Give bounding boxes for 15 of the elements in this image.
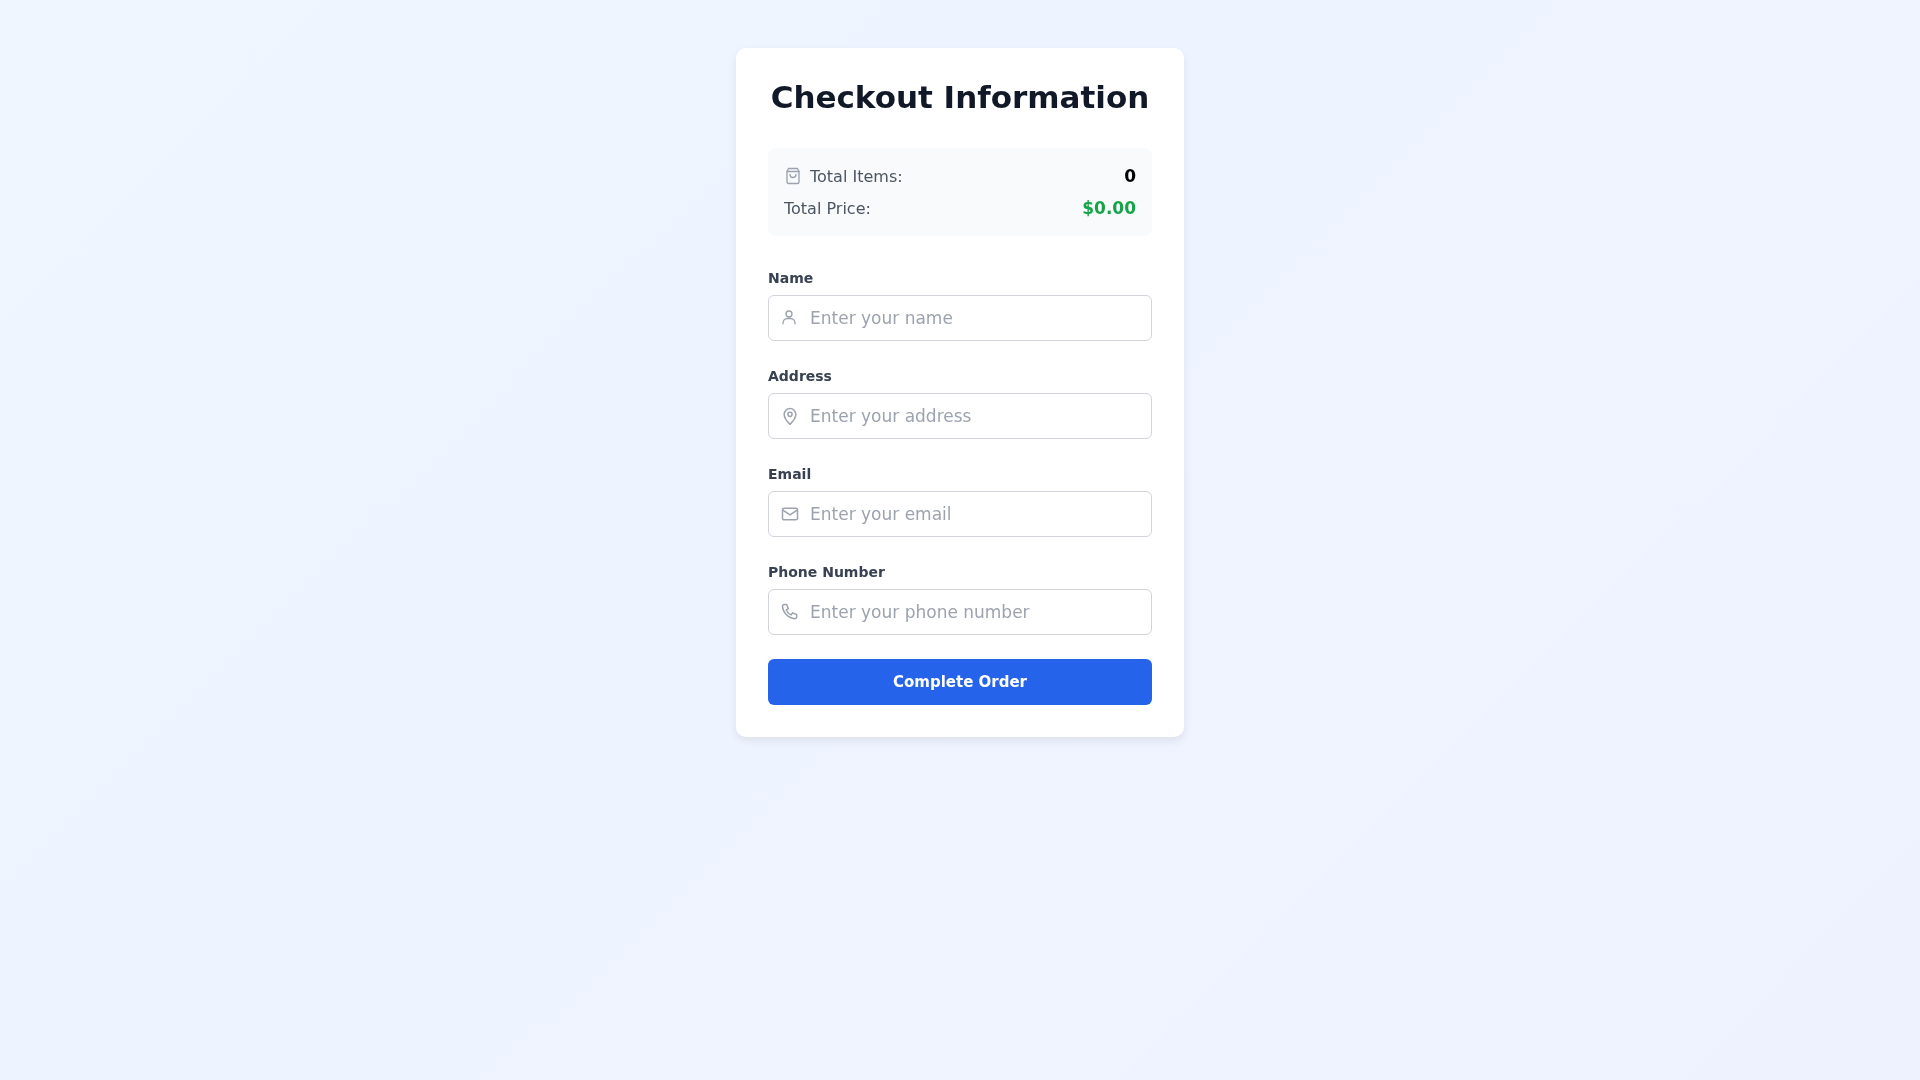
field-label: Email (768, 465, 813, 483)
field-label: Name (768, 269, 815, 287)
complete-order-button[interactable]: Complete Order (768, 659, 1152, 705)
summary-value: $0.00 (1082, 198, 1136, 218)
summary-label: Total Items: (810, 166, 903, 186)
input-field[interactable]: Enter your phone number (768, 589, 1152, 635)
summary-label: Total Price: (784, 198, 871, 218)
input-field[interactable]: Enter your address (768, 393, 1152, 439)
summary-value: 0 (1124, 166, 1136, 186)
field-label: Phone Number (768, 563, 886, 581)
input-field[interactable]: Enter your name (768, 295, 1152, 341)
field-label: Address (768, 367, 833, 385)
shopping-bag-icon (784, 167, 802, 185)
input-field[interactable]: Enter your email (768, 491, 1152, 537)
checkout-title: Checkout Information (769, 78, 1151, 116)
